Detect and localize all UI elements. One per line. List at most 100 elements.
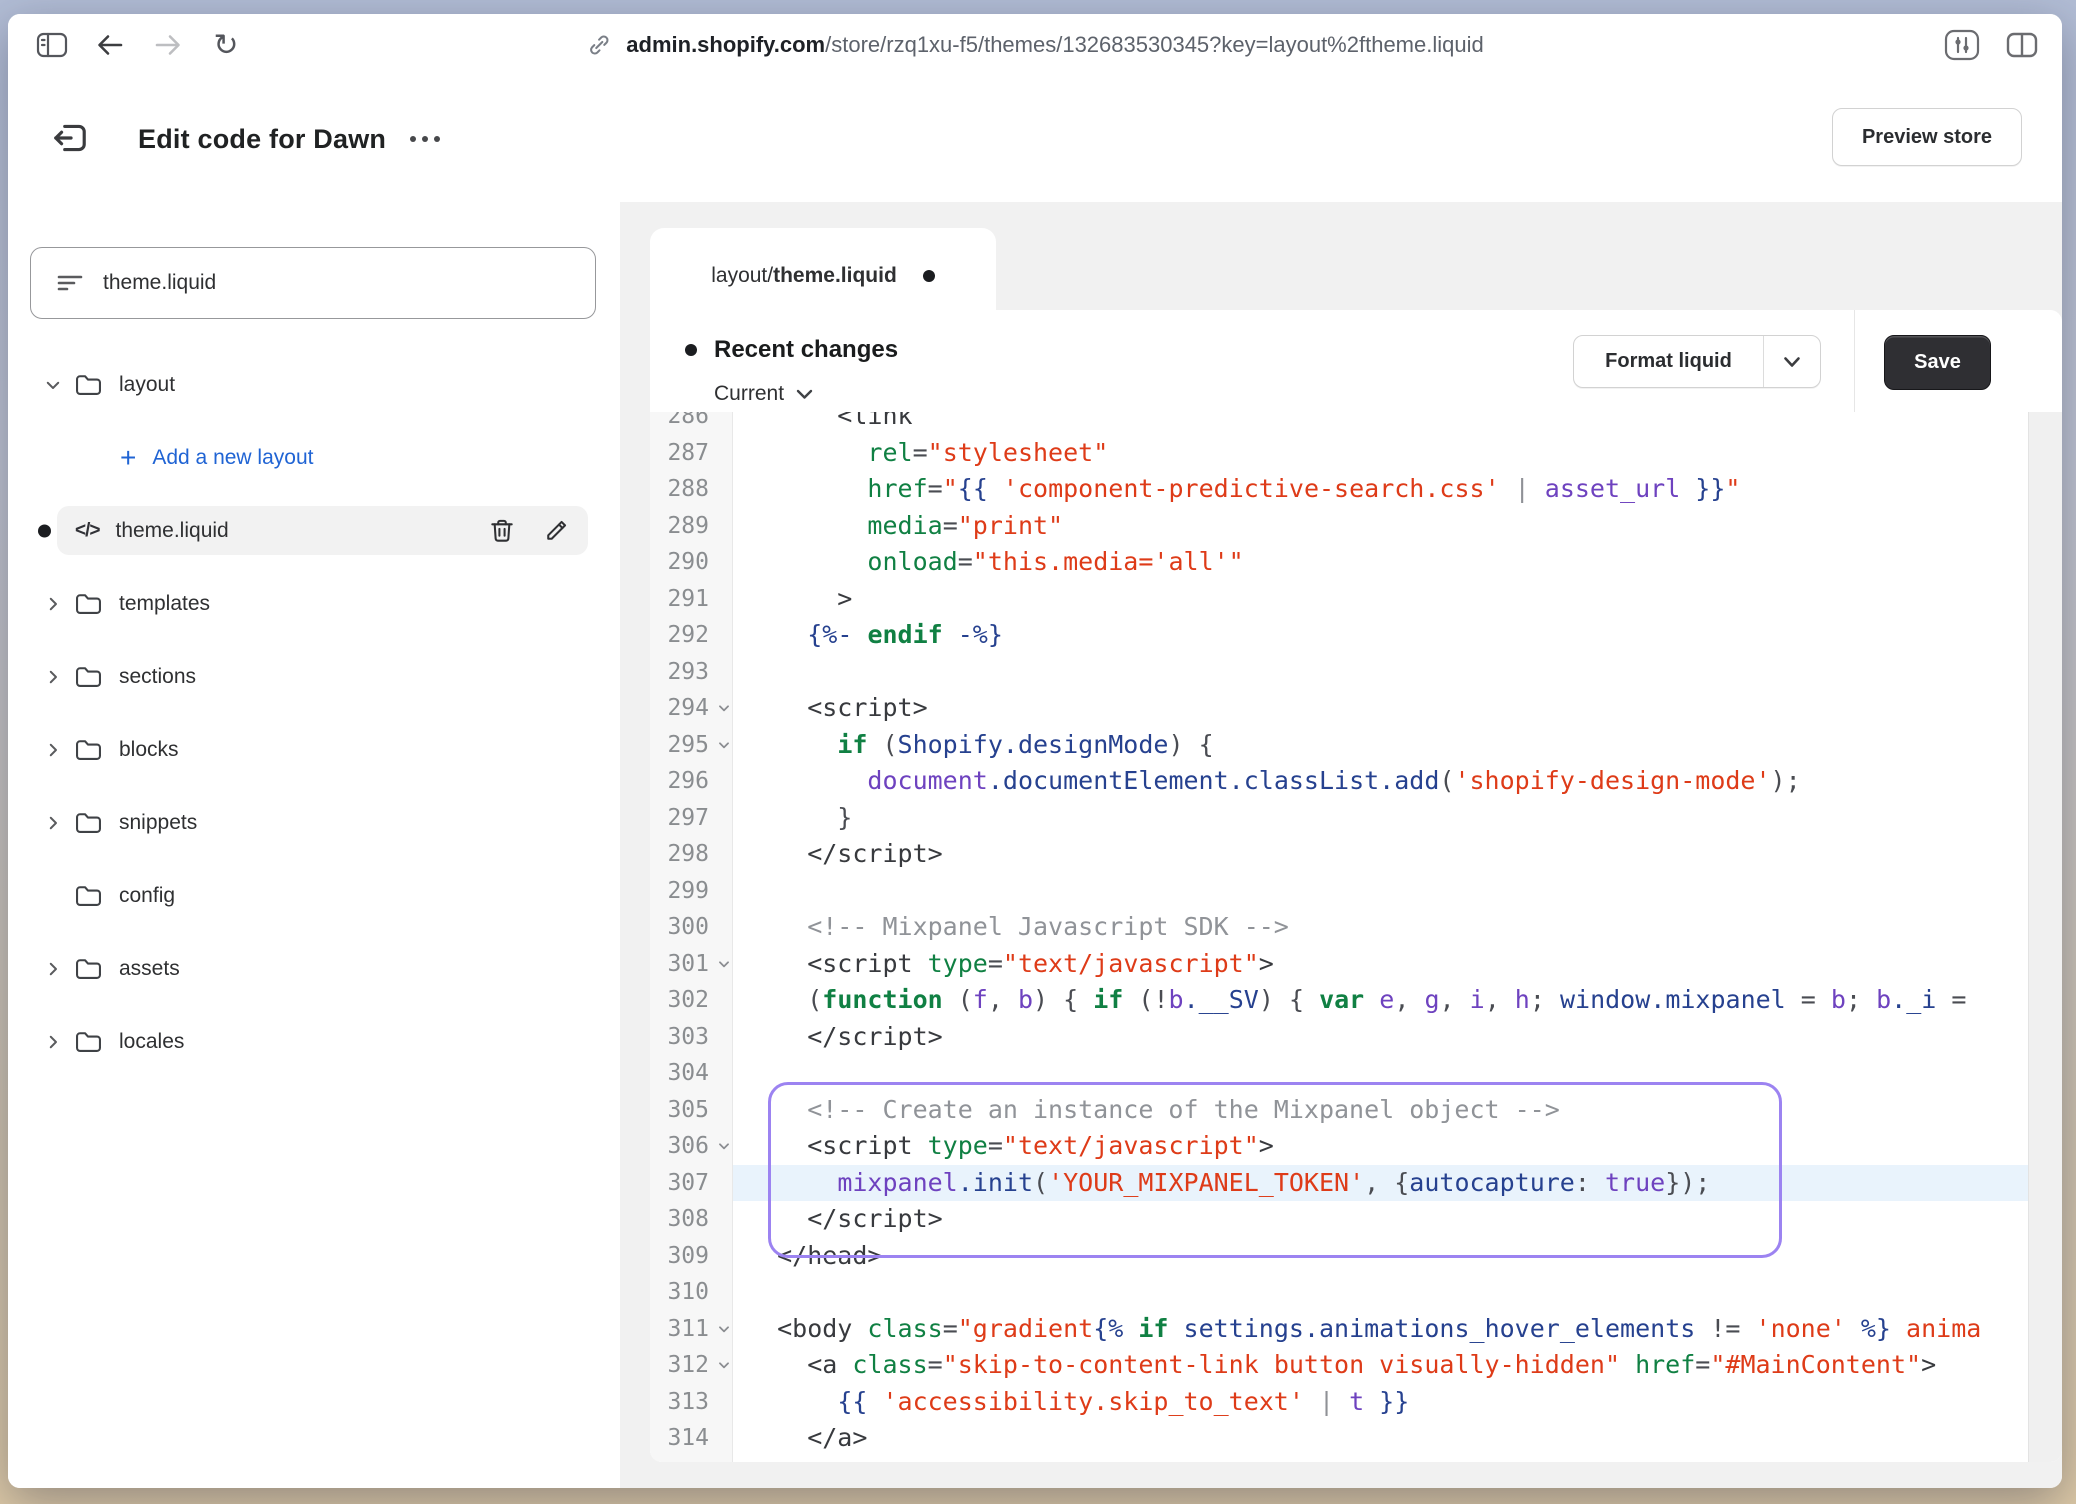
chevron-right-icon[interactable]: [40, 595, 66, 613]
line-number: 309: [650, 1238, 733, 1275]
code-line[interactable]: <script>: [733, 690, 2028, 727]
version-dropdown[interactable]: Current: [714, 382, 813, 406]
fold-toggle-icon[interactable]: [717, 738, 731, 752]
code-line[interactable]: rel="stylesheet": [733, 435, 2028, 472]
line-number: 290: [650, 544, 733, 581]
folder-icon: [74, 957, 103, 981]
sidebar-item-theme-liquid[interactable]: </>theme.liquid: [8, 494, 620, 567]
format-dropdown-chevron-icon[interactable]: [1764, 356, 1820, 368]
code-lines[interactable]: <link rel="stylesheet" href="{{ 'compone…: [733, 412, 2028, 1457]
preview-store-button[interactable]: Preview store: [1832, 108, 2022, 166]
file-search-input[interactable]: theme.liquid: [30, 247, 596, 319]
code-line[interactable]: {{ 'accessibility.skip_to_text' | t }}: [733, 1384, 2028, 1421]
page-settings-icon[interactable]: [1940, 23, 1984, 67]
line-number: 311: [650, 1311, 733, 1348]
editor-card-header: Recent changes Current Format liquid Sav…: [650, 310, 2062, 413]
chevron-right-icon[interactable]: [40, 668, 66, 686]
sidebar-item-label: blocks: [119, 738, 179, 762]
code-line[interactable]: if (Shopify.designMode) {: [733, 727, 2028, 764]
sidebar-item-templates[interactable]: templates: [8, 567, 620, 640]
code-line[interactable]: <!-- Create an instance of the Mixpanel …: [733, 1092, 2028, 1129]
code-line[interactable]: {%- endif -%}: [733, 617, 2028, 654]
line-number: 297: [650, 800, 733, 837]
save-button[interactable]: Save: [1884, 335, 1991, 390]
fold-toggle-icon[interactable]: [717, 1322, 731, 1336]
exit-editor-icon[interactable]: [46, 114, 94, 162]
sidebar-item-locales[interactable]: locales: [8, 1005, 620, 1078]
browser-toolbar: ↻ admin.shopify.com/store/rzq1xu-f5/them…: [8, 14, 2062, 77]
code-line[interactable]: <link: [733, 412, 2028, 435]
code-line[interactable]: document.documentElement.classList.add('…: [733, 763, 2028, 800]
code-line[interactable]: </head>: [733, 1238, 2028, 1275]
code-line[interactable]: <a class="skip-to-content-link button vi…: [733, 1347, 2028, 1384]
address-bar[interactable]: admin.shopify.com/store/rzq1xu-f5/themes…: [586, 32, 1483, 58]
code-line[interactable]: <script type="text/javascript">: [733, 1128, 2028, 1165]
code-line[interactable]: [733, 654, 2028, 691]
chevron-right-icon[interactable]: [40, 741, 66, 759]
chevron-right-icon[interactable]: [40, 814, 66, 832]
back-button-icon[interactable]: [88, 23, 132, 67]
add-new-layout-button[interactable]: +Add a new layout: [8, 421, 620, 494]
code-line[interactable]: >: [733, 581, 2028, 618]
folder-icon: [74, 373, 103, 397]
code-line[interactable]: href="{{ 'component-predictive-search.cs…: [733, 471, 2028, 508]
split-view-icon[interactable]: [2000, 23, 2044, 67]
editor-scrollbar[interactable]: [2028, 412, 2062, 1462]
code-line[interactable]: }: [733, 800, 2028, 837]
sidebar-item-snippets[interactable]: snippets: [8, 786, 620, 859]
line-number-gutter: 2862872882892902912922932942952962972982…: [650, 412, 733, 1462]
chevron-right-icon[interactable]: [40, 1033, 66, 1051]
link-icon: [586, 32, 612, 58]
sidebar-toggle-icon[interactable]: [30, 23, 74, 67]
fold-toggle-icon[interactable]: [717, 1358, 731, 1372]
folder-icon: [74, 1030, 103, 1054]
code-line[interactable]: (function (f, b) { if (!b.__SV) { var e,…: [733, 982, 2028, 1019]
sidebar-item-config[interactable]: config: [8, 859, 620, 932]
fold-toggle-icon[interactable]: [717, 957, 731, 971]
code-line-active[interactable]: mixpanel.init('YOUR_MIXPANEL_TOKEN', {au…: [733, 1165, 2028, 1202]
fold-toggle-icon[interactable]: [717, 701, 731, 715]
line-number: 301: [650, 946, 733, 983]
unsaved-file-dot: [38, 524, 51, 537]
more-actions-icon[interactable]: [410, 76, 440, 202]
code-editor[interactable]: 2862872882892902912922932942952962972982…: [650, 412, 2062, 1462]
code-line[interactable]: </a>: [733, 1420, 2028, 1457]
selected-file-row[interactable]: </>theme.liquid: [57, 506, 588, 555]
recent-changes-label: Recent changes: [714, 336, 898, 364]
line-number: 308: [650, 1201, 733, 1238]
rename-file-icon[interactable]: [542, 517, 570, 545]
editor-card: Recent changes Current Format liquid Sav…: [650, 310, 2062, 1462]
delete-file-icon[interactable]: [488, 517, 516, 545]
forward-button-icon[interactable]: [146, 23, 190, 67]
sidebar-item-label: sections: [119, 665, 196, 689]
fold-toggle-icon[interactable]: [717, 1139, 731, 1153]
sidebar-item-label: layout: [119, 373, 175, 397]
sidebar-item-blocks[interactable]: blocks: [8, 713, 620, 786]
code-line[interactable]: </script>: [733, 836, 2028, 873]
sidebar-item-layout[interactable]: layout: [8, 348, 620, 421]
chevron-right-icon[interactable]: [40, 960, 66, 978]
code-line[interactable]: [733, 1055, 2028, 1092]
line-number: 293: [650, 654, 733, 691]
format-liquid-button[interactable]: Format liquid: [1573, 335, 1821, 388]
page-title: Edit code for Dawn: [138, 76, 386, 202]
code-line[interactable]: onload="this.media='all'": [733, 544, 2028, 581]
sidebar-item-sections[interactable]: sections: [8, 640, 620, 713]
code-line[interactable]: <script type="text/javascript">: [733, 946, 2028, 983]
code-line[interactable]: [733, 873, 2028, 910]
code-line[interactable]: </script>: [733, 1201, 2028, 1238]
chevron-down-icon[interactable]: [40, 376, 66, 394]
reload-button-icon[interactable]: ↻: [204, 23, 248, 67]
line-number: 296: [650, 763, 733, 800]
recent-changes-dot: [685, 344, 697, 356]
code-line[interactable]: </script>: [733, 1019, 2028, 1056]
filter-icon: [55, 269, 85, 297]
file-name-label: theme.liquid: [115, 519, 228, 543]
code-line[interactable]: media="print": [733, 508, 2028, 545]
sidebar-item-assets[interactable]: assets: [8, 932, 620, 1005]
code-line[interactable]: <body class="gradient{% if settings.anim…: [733, 1311, 2028, 1348]
gutter-numbers: 2862872882892902912922932942952962972982…: [650, 412, 733, 1457]
code-line[interactable]: [733, 1274, 2028, 1311]
line-number: 313: [650, 1384, 733, 1421]
code-line[interactable]: <!-- Mixpanel Javascript SDK -->: [733, 909, 2028, 946]
